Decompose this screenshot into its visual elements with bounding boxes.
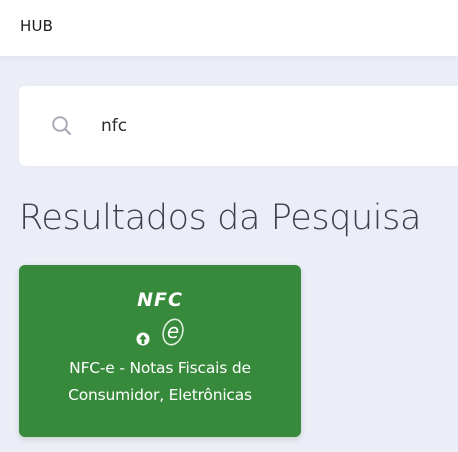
results-heading: Resultados da Pesquisa xyxy=(19,198,422,238)
search-icon[interactable] xyxy=(51,115,73,137)
result-card-title: NFC-e - Notas Fiscais de Consumidor, Ele… xyxy=(68,359,252,404)
search-input[interactable] xyxy=(101,110,431,142)
nfce-logo-icon: e xyxy=(136,318,184,346)
top-bar: HUB xyxy=(0,0,458,56)
svg-text:e: e xyxy=(167,319,179,343)
result-card-nfce[interactable]: NFC e NFC-e - Notas Fiscais de Consumido… xyxy=(19,265,301,437)
brand-title[interactable]: HUB xyxy=(20,17,53,35)
search-box xyxy=(19,86,458,166)
